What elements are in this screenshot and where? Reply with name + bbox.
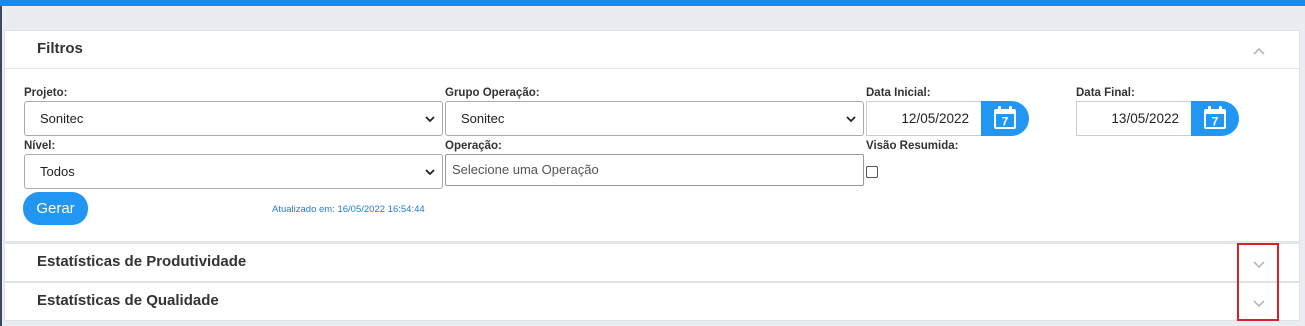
grupo-operacao-value: Sonitec — [461, 111, 505, 126]
data-final-input[interactable]: 13/05/2022 — [1076, 101, 1191, 136]
calendar-day: 7 — [1212, 115, 1219, 129]
chevron-down-icon — [846, 116, 856, 123]
data-final-label: Data Final: — [1076, 87, 1135, 99]
gerar-button[interactable]: Gerar — [23, 192, 88, 225]
qualidade-title: Estatísticas de Qualidade — [37, 292, 219, 309]
filters-panel: Filtros — [4, 30, 1300, 242]
top-accent-bar — [0, 0, 1305, 6]
operacao-input[interactable]: Selecione uma Operação — [445, 154, 864, 186]
calendar-icon: 7 — [994, 106, 1016, 129]
visao-resumida-checkbox[interactable] — [866, 166, 878, 178]
chevron-down-icon — [425, 116, 435, 123]
calendar-icon: 7 — [1204, 106, 1226, 129]
left-edge-line — [0, 6, 2, 326]
operacao-placeholder: Selecione uma Operação — [452, 162, 599, 177]
grupo-operacao-select[interactable]: Sonitec — [445, 101, 864, 136]
chevron-up-icon[interactable] — [1252, 46, 1266, 56]
filters-header[interactable]: Filtros — [5, 31, 1299, 69]
produtividade-title: Estatísticas de Produtividade — [37, 253, 247, 270]
operacao-label: Operação: — [445, 140, 502, 152]
qualidade-panel[interactable]: Estatísticas de Qualidade — [4, 282, 1300, 321]
visao-resumida-label: Visão Resumida: — [866, 140, 959, 152]
nivel-select[interactable]: Todos — [24, 154, 443, 189]
highlight-box — [1237, 243, 1279, 321]
data-inicial-calendar-button[interactable]: 7 — [981, 101, 1029, 136]
grupo-operacao-label: Grupo Operação: — [445, 87, 540, 99]
data-inicial-label: Data Inicial: — [866, 87, 931, 99]
filters-title: Filtros — [37, 40, 83, 57]
updated-timestamp: Atualizado em: 16/05/2022 16:54:44 — [272, 204, 425, 215]
chevron-down-icon — [425, 169, 435, 176]
projeto-value: Sonitec — [40, 111, 84, 126]
nivel-label: Nível: — [24, 140, 56, 152]
nivel-value: Todos — [40, 164, 75, 179]
projeto-select[interactable]: Sonitec — [24, 101, 443, 136]
data-final-calendar-button[interactable]: 7 — [1191, 101, 1239, 136]
calendar-day: 7 — [1002, 115, 1009, 129]
projeto-label: Projeto: — [24, 87, 68, 99]
produtividade-panel[interactable]: Estatísticas de Produtividade — [4, 243, 1300, 282]
data-inicial-input[interactable]: 12/05/2022 — [866, 101, 981, 136]
